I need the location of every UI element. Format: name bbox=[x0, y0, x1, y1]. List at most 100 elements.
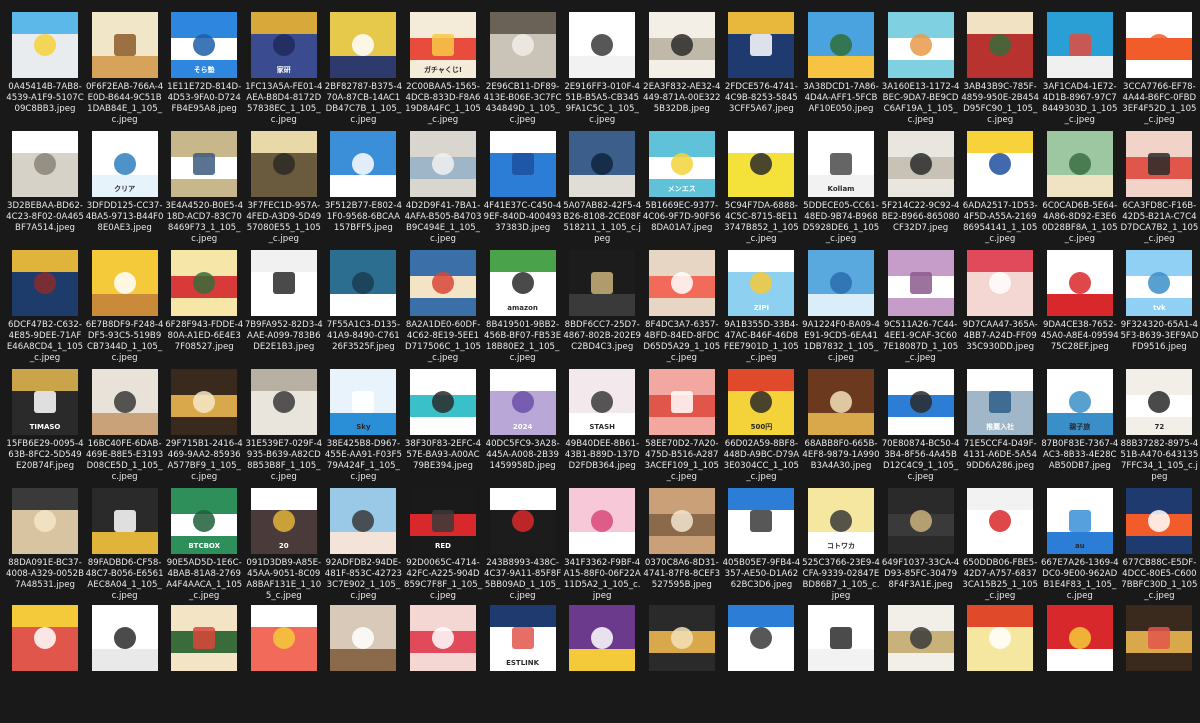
file-item[interactable]: 3A160E13-1172-4BEC-9DA7-BE9CDC6AF19A_1_1… bbox=[882, 12, 960, 130]
file-item[interactable]: 5C94F7DA-6888-4C5C-8715-8E113747B852_1_1… bbox=[722, 131, 800, 249]
file-item[interactable] bbox=[324, 605, 402, 723]
file-item[interactable]: 0A45414B-7AB8-4539-A1F9-5107C09C8BB3.jpe… bbox=[6, 12, 84, 130]
file-item[interactable]: 16BC40FE-6DAB-469E-B8E5-E3193D08CE5D_1_1… bbox=[86, 369, 164, 487]
file-item[interactable]: 3F7FEC1D-957A-4FED-A3D9-5D4957080E55_1_1… bbox=[245, 131, 323, 249]
file-item[interactable]: 72 88B37282-8975-451B-A470-6431357FFC34_1… bbox=[1120, 369, 1198, 487]
file-item[interactable]: amazon 8B419501-9BB2-456B-BF07-FB53E18B80… bbox=[484, 250, 562, 368]
file-item[interactable] bbox=[563, 605, 641, 723]
file-item[interactable]: 9DA4CE38-7652-45A0-A8E4-0959475C28EF.jpe… bbox=[1041, 250, 1119, 368]
file-item[interactable]: 405B05E7-9FB4-4357-AE50-D1A6262BC3D6.jpe… bbox=[722, 488, 800, 606]
file-item[interactable]: 3CCA7766-EF78-4A44-B6FC-0FBD3EF4F52D_1_1… bbox=[1120, 12, 1198, 130]
file-thumbnail: ESTLINK bbox=[489, 605, 556, 671]
file-item[interactable]: 6C0CAD6B-5E64-4A86-8D92-E3E60D28BF8A_1_1… bbox=[1041, 131, 1119, 249]
file-item[interactable]: 3D2BEBAA-BD62-4C23-8F02-0A465BF7A514.jpe… bbox=[6, 131, 84, 249]
file-item[interactable]: @nifty 3F512B77-E802-41F0-9568-6BCAA157BF… bbox=[324, 131, 402, 249]
file-thumbnail bbox=[967, 12, 1034, 78]
file-item[interactable]: 推薦入社 71E5CCF4-D49F-4131-A6DE-5A549DD6A286… bbox=[961, 369, 1039, 487]
file-item[interactable]: メンエス 5B1669EC-9377-4C06-9F7D-90F568DA01A7… bbox=[643, 131, 721, 249]
file-item[interactable]: Sky 38E425B8-D967-455E-AA91-F03F579A424F_… bbox=[324, 369, 402, 487]
file-item[interactable]: 4D2D9F41-7BA1-4AFA-B505-B4703B9C494E_1_1… bbox=[404, 131, 482, 249]
file-item[interactable]: 68ABB8F0-665B-4EF8-9879-1A990B3A4A30.jpe… bbox=[802, 369, 880, 487]
file-item[interactable] bbox=[1041, 605, 1119, 723]
file-item[interactable]: 29F715B1-2416-4469-9AA2-85936A577BF9_1_1… bbox=[165, 369, 243, 487]
file-item[interactable]: 341F3362-F9BF-4A15-88F0-06F22A11D5A2_1_1… bbox=[563, 488, 641, 606]
file-item[interactable]: 2FDCE576-4741-4C9B-8253-58453CFF5A67.jpe… bbox=[722, 12, 800, 130]
file-item[interactable]: 2024 40DC5FC9-3A28-445A-A008-2B391459958D… bbox=[484, 369, 562, 487]
file-item[interactable]: 9D7CAA47-365A-4BB7-A24D-FF0935C930DD.jpe… bbox=[961, 250, 1039, 368]
file-item[interactable]: 6DCF47B2-C632-4E85-9DEE-71AFE46A8CD4_1_1… bbox=[6, 250, 84, 368]
file-item[interactable]: 6E7B8DF9-F248-4DF5-93C5-519B9CB7344D_1_1… bbox=[86, 250, 164, 368]
file-thumbnail bbox=[330, 488, 397, 554]
file-item[interactable]: 5A07AB82-42F5-4B26-8108-2CE08F518211_1_1… bbox=[563, 131, 641, 249]
file-item[interactable]: 89FADBD6-CF58-48C7-B056-E6561AEC8A04_1_1… bbox=[86, 488, 164, 606]
file-item[interactable]: そら塾 1E11E72D-814D-4D53-9FA0-D724FB4E95A8.… bbox=[165, 12, 243, 130]
file-item[interactable]: 4F41E37C-C450-49EF-840D-40049337383D.jpe… bbox=[484, 131, 562, 249]
file-item[interactable]: 2EA3F832-AE32-4449-871A-00E3225B32DB.jpe… bbox=[643, 12, 721, 130]
file-item[interactable]: 8F4DC3A7-6357-4BFD-84ED-8FDCD65D5A29_1_1… bbox=[643, 250, 721, 368]
file-item[interactable]: STASH 49B40DEE-8B61-43B1-B89D-137DD2FDB36… bbox=[563, 369, 641, 487]
file-item[interactable]: 2E916FF3-010F-451B-B5A5-CB3459FA1C5C_1_1… bbox=[563, 12, 641, 130]
file-item[interactable]: Kollam 5DDECE05-CC61-48ED-9B74-B968D5928D… bbox=[802, 131, 880, 249]
file-item[interactable] bbox=[802, 605, 880, 723]
file-item[interactable]: 8A2A1DE0-60DF-4C62-8E19-5EE1D717506C_1_1… bbox=[404, 250, 482, 368]
file-item[interactable] bbox=[86, 605, 164, 723]
file-item[interactable]: 2E96CB11-DF89-413E-B06E-3C7FC434849D_1_1… bbox=[484, 12, 562, 130]
file-item[interactable]: 70E80874-BC50-43B4-8F56-4A45BD12C4C9_1_1… bbox=[882, 369, 960, 487]
file-item[interactable] bbox=[245, 605, 323, 723]
file-item[interactable] bbox=[6, 605, 84, 723]
file-item[interactable] bbox=[722, 605, 800, 723]
file-item[interactable]: ESTLINK bbox=[484, 605, 562, 723]
file-item[interactable]: 88DA091E-BC37-4008-A329-0052B7A48531.jpe… bbox=[6, 488, 84, 606]
file-name: 3CCA7766-EF78-4A44-B6FC-0FBD3EF4F52D_1_1… bbox=[1122, 82, 1197, 125]
file-item[interactable]: 7B9FA952-82D3-4AAE-A099-783B6DE2E1B3.jpe… bbox=[245, 250, 323, 368]
file-item[interactable]: BTCBOX 90E5AD5D-1E6C-4BAB-81A8-2769A4F4AA… bbox=[165, 488, 243, 606]
file-item[interactable]: 0F6F2EAB-766A-4E0D-B644-9C51B1DAB84E_1_1… bbox=[86, 12, 164, 130]
file-item[interactable]: 58EE70D2-7A20-475D-B516-A2873ACEF109_1_1… bbox=[643, 369, 721, 487]
file-item[interactable]: 243B8993-438C-4C37-9A11-85F8F5BB09AD_1_1… bbox=[484, 488, 562, 606]
file-item[interactable]: 2BF82787-B375-470A-87CB-14AC1DB47C7B_1_1… bbox=[324, 12, 402, 130]
file-item[interactable]: 8BDF6CC7-25D7-4867-802B-202E9C2BD4C3.jpe… bbox=[563, 250, 641, 368]
file-name: 68ABB8F0-665B-4EF8-9879-1A990B3A4A30.jpe… bbox=[802, 439, 880, 471]
file-item[interactable] bbox=[1120, 605, 1198, 723]
file-name: 15FB6E29-0095-463B-8FC2-5D549E20B74F.jpe… bbox=[6, 439, 84, 471]
file-item[interactable]: 31E539E7-029F-4935-B639-A82CD8B53B8F_1_1… bbox=[245, 369, 323, 487]
file-item[interactable]: 20 091D3DB9-A85E-45AA-9051-8C09A8BAF131E_… bbox=[245, 488, 323, 606]
file-item[interactable]: 7F55A1C3-D135-41A9-8490-C76126F3525F.jpe… bbox=[324, 250, 402, 368]
file-item[interactable]: コトワカ 525C3766-23E9-4CFA-9339-02847EBD86B7… bbox=[802, 488, 880, 606]
file-item[interactable]: 649F1037-33CA-4D93-85FC-304798F4F3A1E.jp… bbox=[882, 488, 960, 606]
file-item[interactable]: 650DDB06-FBE5-42D7-A757-68373CA15B25_1_1… bbox=[961, 488, 1039, 606]
file-item[interactable]: 92ADFDB2-94DE-481F-853C-427233C7E902_1_1… bbox=[324, 488, 402, 606]
file-item[interactable]: au 667E7A26-1369-4DC0-9E00-962ADB1E4F83_1… bbox=[1041, 488, 1119, 606]
file-item[interactable] bbox=[882, 605, 960, 723]
file-item[interactable]: RED 92D0065C-4714-42FC-A225-904D859C7F8F_… bbox=[404, 488, 482, 606]
file-item[interactable]: 6F28F943-FDDE-480A-A1ED-6E4E37F08527.jpe… bbox=[165, 250, 243, 368]
file-item[interactable]: ZIPI 9A1B355D-33B4-47AC-B46F-46D8FEE7901D… bbox=[722, 250, 800, 368]
file-name: 87B0F83E-7367-4AC3-8B33-4E28CAB50DB7.jpe… bbox=[1041, 439, 1119, 471]
file-item[interactable]: 5F214C22-9C92-4BE2-B966-865080CF32D7.jpe… bbox=[882, 131, 960, 249]
file-item[interactable]: 677CB88C-E5DF-4DCC-80E5-C6007BBFC30D_1_1… bbox=[1120, 488, 1198, 606]
file-item[interactable]: 9C511A26-7C44-4EE1-9CAF-3C607E18087D_1_1… bbox=[882, 250, 960, 368]
file-item[interactable] bbox=[961, 605, 1039, 723]
file-item[interactable]: 3A38DCD1-7A86-4D4A-AFF1-5FCBAF10E050.jpe… bbox=[802, 12, 880, 130]
file-item[interactable] bbox=[643, 605, 721, 723]
file-thumbnail: Kollam bbox=[808, 131, 874, 197]
file-name: 6CA3FD8C-F16B-42D5-B21A-C7C4D7DCA7B2_1_1… bbox=[1120, 201, 1199, 244]
file-item[interactable]: ガチャくじ! 2C00BAA5-1565-4DCB-833D-F8A619D8A4… bbox=[404, 12, 482, 130]
file-item[interactable]: 0370C8A6-8D31-4741-87F8-8CEF3527595B.jpe… bbox=[643, 488, 721, 606]
file-item[interactable]: 家研 1FC13A5A-FE01-4AEA-B8D4-8172D57838EC_1… bbox=[245, 12, 323, 130]
file-item[interactable]: TIMASO 15FB6E29-0095-463B-8FC2-5D549E20B7… bbox=[6, 369, 84, 487]
file-item[interactable]: 6CA3FD8C-F16B-42D5-B21A-C7C4D7DCA7B2_1_1… bbox=[1120, 131, 1198, 249]
file-item[interactable]: クリア 3DFDD125-CC37-4BA5-9713-B44F08E0AE3.j… bbox=[86, 131, 164, 249]
file-item[interactable]: 500円 66D02A59-8BF8-448D-A9BC-D79A3E0304CC… bbox=[722, 369, 800, 487]
file-thumbnail bbox=[648, 369, 715, 435]
file-item[interactable]: 3AB43B9C-785F-4859-950E-2B454D95FC90_1_1… bbox=[961, 12, 1039, 130]
file-item[interactable]: 3AF1CAD4-1E72-4D1B-8967-97C78449303D_1_1… bbox=[1041, 12, 1119, 130]
file-item[interactable] bbox=[404, 605, 482, 723]
file-item[interactable] bbox=[165, 605, 243, 723]
file-item[interactable]: 親子旅 87B0F83E-7367-4AC3-8B33-4E28CAB50DB7.… bbox=[1041, 369, 1119, 487]
file-item[interactable]: 3E4A4520-B0E5-418D-ACD7-83C708469F73_1_1… bbox=[165, 131, 243, 249]
file-item[interactable]: 38F30F83-2EFC-457E-BA93-A00AC79BE394.jpe… bbox=[404, 369, 482, 487]
file-item[interactable]: 9A1224F0-BA09-4E91-9CD5-6EA411DB7832_1_1… bbox=[802, 250, 880, 368]
file-item[interactable]: 6ADA2517-1D53-4F5D-A55A-216986954141_1_1… bbox=[961, 131, 1039, 249]
file-item[interactable]: tvk 9F324320-65A1-45F3-B639-3EF9ADFD9516.… bbox=[1120, 250, 1198, 368]
